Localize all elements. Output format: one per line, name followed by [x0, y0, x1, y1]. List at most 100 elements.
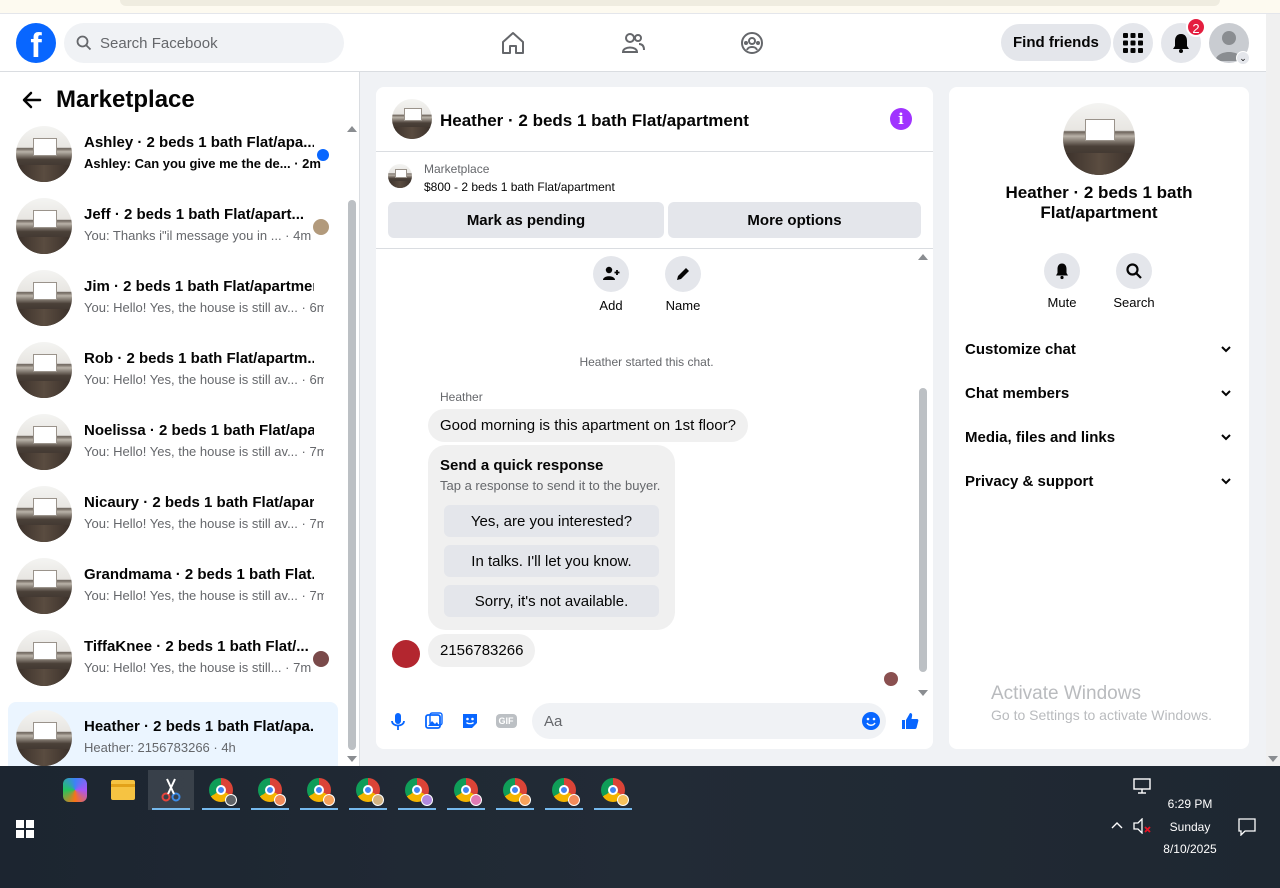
- taskbar-chrome[interactable]: [296, 770, 342, 810]
- conversation-item[interactable]: Jeff · 2 beds 1 bath Flat/apart... You: …: [8, 198, 338, 270]
- facebook-logo[interactable]: f: [16, 23, 56, 63]
- chat-scrollbar[interactable]: [917, 250, 929, 696]
- conversation-item[interactable]: TiffaKnee · 2 beds 1 bath Flat/... You: …: [8, 630, 338, 702]
- mute-label: Mute: [1047, 295, 1077, 310]
- clock-date[interactable]: 8/10/2025: [1150, 842, 1230, 856]
- avatar: [392, 640, 420, 668]
- page-scrollbar[interactable]: [1266, 14, 1280, 766]
- thumbs-up-icon[interactable]: [898, 709, 922, 733]
- incoming-message[interactable]: Good morning is this apartment on 1st fl…: [428, 409, 748, 442]
- chat-members-section[interactable]: Chat members: [965, 375, 1233, 411]
- sent-message[interactable]: 2156783266: [428, 634, 536, 667]
- windows-start-icon[interactable]: [16, 820, 34, 838]
- listing-thumbnail: [16, 126, 72, 182]
- message-input[interactable]: [532, 703, 886, 739]
- conversation-item[interactable]: Rob · 2 beds 1 bath Flat/apartm... You: …: [8, 342, 338, 414]
- chevron-up-icon[interactable]: [1110, 820, 1124, 830]
- conversation-item[interactable]: Noelissa · 2 beds 1 bath Flat/apa... You…: [8, 414, 338, 486]
- quick-response-option[interactable]: Sorry, it's not available.: [444, 585, 659, 617]
- gif-icon[interactable]: GIF: [494, 709, 518, 733]
- scroll-down-icon[interactable]: [1268, 756, 1278, 762]
- taskbar-chrome[interactable]: [590, 770, 636, 810]
- scroll-thumb[interactable]: [919, 388, 927, 672]
- taskbar-chrome[interactable]: [541, 770, 587, 810]
- desktop-icon[interactable]: [1133, 778, 1151, 794]
- emoji-icon[interactable]: [859, 709, 883, 733]
- conversation-item-active[interactable]: Heather · 2 beds 1 bath Flat/apa... Heat…: [8, 702, 338, 774]
- microphone-icon[interactable]: [386, 709, 410, 733]
- taskbar-chrome[interactable]: [394, 770, 440, 810]
- conversation-item[interactable]: Jim · 2 beds 1 bath Flat/apartment You: …: [8, 270, 338, 342]
- conversation-title: Jeff · 2 beds 1 bath Flat/apart...: [84, 206, 305, 223]
- folder-icon: [111, 780, 135, 800]
- scroll-down-icon[interactable]: [918, 690, 928, 696]
- media-files-links-section[interactable]: Media, files and links: [965, 419, 1233, 455]
- listing-banner: Marketplace $800 - 2 beds 1 bath Flat/ap…: [376, 152, 933, 249]
- clock-day[interactable]: Sunday: [1150, 820, 1230, 834]
- taskbar-file-explorer[interactable]: [100, 770, 146, 810]
- more-options-button[interactable]: More options: [668, 202, 921, 238]
- conversation-snippet: You: Hello! Yes, the house is still av..…: [84, 588, 324, 603]
- copilot-icon: [63, 778, 87, 802]
- groups-icon[interactable]: [737, 28, 767, 58]
- notification-center-icon[interactable]: [1238, 818, 1256, 836]
- bell-icon: [1056, 263, 1068, 280]
- taskbar-chrome[interactable]: [345, 770, 391, 810]
- conversation-item[interactable]: Ashley · 2 beds 1 bath Flat/apa... Ashle…: [8, 126, 338, 198]
- menu-grid-button[interactable]: [1113, 23, 1153, 63]
- search-icon: [1126, 263, 1142, 279]
- taskbar-chrome[interactable]: [492, 770, 538, 810]
- conversation-title: TiffaKnee · 2 beds 1 bath Flat/...: [84, 638, 309, 655]
- watermark-subtitle: Go to Settings to activate Windows.: [991, 707, 1212, 723]
- conversation-item[interactable]: Nicaury · 2 beds 1 bath Flat/apar... You…: [8, 486, 338, 558]
- search-action[interactable]: Search: [1104, 253, 1164, 310]
- home-icon[interactable]: [498, 28, 528, 58]
- search-input[interactable]: [100, 34, 330, 52]
- photo-icon[interactable]: [422, 709, 446, 733]
- listing-thumbnail: [16, 558, 72, 614]
- scroll-down-icon[interactable]: [347, 756, 357, 762]
- page-title: Marketplace: [56, 86, 195, 113]
- find-friends-button[interactable]: Find friends: [1001, 24, 1111, 61]
- chrome-icon: [503, 778, 531, 806]
- section-label: Chat members: [965, 384, 1070, 402]
- clock-time[interactable]: 6:29 PM: [1150, 797, 1230, 811]
- chrome-icon: [601, 778, 629, 806]
- conversation-snippet: Ashley: Can you give me the de... · 2m: [84, 156, 321, 171]
- mute-action[interactable]: Mute: [1032, 253, 1092, 310]
- name-action[interactable]: Name: [653, 256, 713, 313]
- chat-thumbnail: [392, 99, 432, 139]
- taskbar-copilot[interactable]: [52, 770, 98, 810]
- conversation-snippet: Heather: 2156783266 · 4h: [84, 740, 236, 755]
- info-icon[interactable]: i: [890, 108, 912, 130]
- friends-icon[interactable]: [618, 28, 648, 58]
- add-action[interactable]: Add: [581, 256, 641, 313]
- speaker-muted-icon[interactable]: [1132, 818, 1152, 834]
- sticker-icon[interactable]: [458, 709, 482, 733]
- scroll-up-icon[interactable]: [918, 254, 928, 260]
- listing-price[interactable]: $800 - 2 beds 1 bath Flat/apartment: [424, 180, 615, 194]
- taskbar-chrome[interactable]: [443, 770, 489, 810]
- quick-response-option[interactable]: Yes, are you interested?: [444, 505, 659, 537]
- scroll-up-icon[interactable]: [347, 126, 357, 132]
- chevron-down-icon[interactable]: ⌄: [1236, 51, 1250, 65]
- scroll-thumb[interactable]: [348, 200, 356, 750]
- taskbar-chrome[interactable]: [198, 770, 244, 810]
- privacy-support-section[interactable]: Privacy & support: [965, 463, 1233, 499]
- quick-response-option[interactable]: In talks. I'll let you know.: [444, 545, 659, 577]
- conversation-item[interactable]: Grandmama · 2 beds 1 bath Flat... You: H…: [8, 558, 338, 630]
- taskbar-snipping-tool[interactable]: [148, 770, 194, 810]
- conversation-snippet: You: Thanks i"il message you in ... · 4m: [84, 228, 312, 243]
- windows-taskbar: 6:29 PM Sunday 8/10/2025: [0, 766, 1280, 888]
- back-arrow-icon[interactable]: [20, 88, 44, 112]
- taskbar-chrome[interactable]: [247, 770, 293, 810]
- scissors-icon: [161, 778, 181, 802]
- chat-title[interactable]: Heather · 2 beds 1 bath Flat/apartment: [440, 111, 749, 131]
- listing-thumbnail: [16, 486, 72, 542]
- mark-as-pending-button[interactable]: Mark as pending: [388, 202, 664, 238]
- search-box[interactable]: [64, 23, 344, 63]
- section-label: Media, files and links: [965, 428, 1116, 446]
- customize-chat-section[interactable]: Customize chat: [965, 331, 1233, 367]
- marketplace-sidebar: Marketplace Ashley · 2 beds 1 bath Flat/…: [0, 72, 360, 774]
- sidebar-scrollbar[interactable]: [346, 122, 358, 762]
